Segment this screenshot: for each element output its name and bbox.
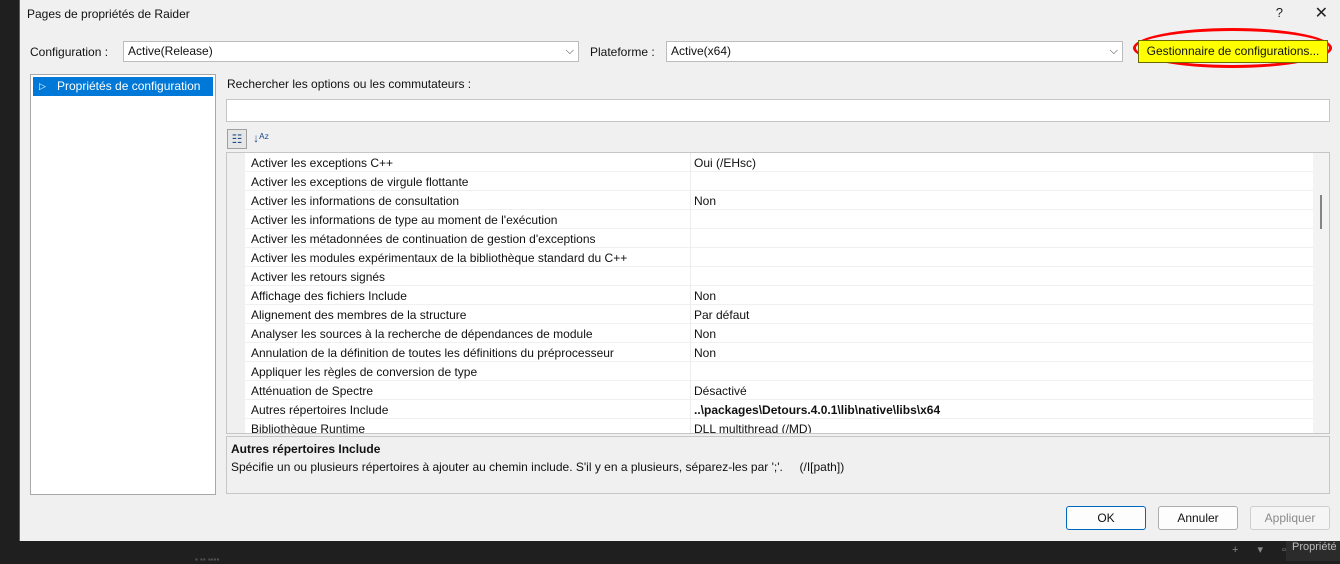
- column-divider: [690, 305, 691, 324]
- chevron-down-icon: ⌵: [565, 45, 574, 57]
- column-divider: [690, 248, 691, 267]
- property-row[interactable]: Activer les modules expérimentaux de la …: [245, 248, 1313, 267]
- column-divider: [690, 172, 691, 191]
- vertical-scrollbar[interactable]: [1313, 153, 1329, 433]
- platform-label: Plateforme :: [590, 45, 655, 59]
- property-value[interactable]: Non: [694, 327, 716, 341]
- property-row[interactable]: Activer les retours signés: [245, 267, 1313, 286]
- column-divider: [690, 210, 691, 229]
- property-value[interactable]: Non: [694, 346, 716, 360]
- column-divider: [690, 191, 691, 210]
- property-name: Activer les informations de type au mome…: [251, 213, 558, 227]
- configuration-manager-button[interactable]: Gestionnaire de configurations...: [1138, 40, 1328, 63]
- property-row[interactable]: Annulation de la définition de toutes le…: [245, 343, 1313, 362]
- categorized-view-icon[interactable]: ☷: [227, 129, 247, 149]
- property-value[interactable]: Oui (/EHsc): [694, 156, 756, 170]
- cancel-button[interactable]: Annuler: [1158, 506, 1238, 530]
- help-icon[interactable]: ?: [1276, 5, 1283, 20]
- property-row[interactable]: Bibliothèque Runtime DLL multithread (/M…: [245, 419, 1313, 434]
- description-text: Spécifie un ou plusieurs répertoires à a…: [231, 460, 845, 474]
- column-divider: [690, 362, 691, 381]
- chevron-down-icon: ⌵: [1109, 45, 1118, 57]
- property-row[interactable]: Activer les exceptions C++ Oui (/EHsc): [245, 153, 1313, 172]
- apply-button[interactable]: Appliquer: [1250, 506, 1330, 530]
- property-name: Alignement des membres de la structure: [251, 308, 467, 322]
- expand-triangle-icon[interactable]: ▷: [39, 77, 46, 96]
- property-row[interactable]: Analyser les sources à la recherche de d…: [245, 324, 1313, 343]
- property-name: Activer les modules expérimentaux de la …: [251, 251, 628, 265]
- property-name: Bibliothèque Runtime: [251, 422, 366, 434]
- property-value[interactable]: Non: [694, 289, 716, 303]
- tree-item-label: Propriétés de configuration: [57, 79, 201, 93]
- property-name: Appliquer les règles de conversion de ty…: [251, 365, 478, 379]
- property-value[interactable]: DLL multithread (/MD): [694, 422, 812, 433]
- description-panel: Autres répertoires Include Spécifie un o…: [226, 436, 1330, 494]
- property-row[interactable]: Alignement des membres de la structure P…: [245, 305, 1313, 324]
- configuration-label: Configuration :: [30, 45, 109, 59]
- property-name: Atténuation de Spectre: [251, 384, 374, 398]
- configuration-select[interactable]: Active(Release) ⌵: [123, 41, 579, 62]
- property-value[interactable]: ..\packages\Detours.4.0.1\lib\native\lib…: [694, 403, 940, 417]
- property-row[interactable]: Activer les informations de consultation…: [245, 191, 1313, 210]
- property-value[interactable]: Désactivé: [694, 384, 747, 398]
- search-input[interactable]: [226, 99, 1330, 122]
- property-tree: ▷ Propriétés de configuration: [30, 74, 216, 495]
- column-divider: [690, 229, 691, 248]
- property-grid: Activer les exceptions C++ Oui (/EHsc) A…: [226, 152, 1330, 434]
- description-title: Autres répertoires Include: [231, 442, 381, 456]
- property-name: Activer les informations de consultation: [251, 194, 460, 208]
- column-divider: [690, 400, 691, 419]
- property-name: Activer les exceptions C++: [251, 156, 394, 170]
- property-row-selected[interactable]: Autres répertoires Include ..\packages\D…: [245, 400, 1313, 419]
- property-name: Autres répertoires Include: [251, 403, 389, 417]
- property-name: Activer les métadonnées de continuation …: [251, 232, 596, 246]
- column-divider: [690, 343, 691, 362]
- property-row[interactable]: Activer les métadonnées de continuation …: [245, 229, 1313, 248]
- platform-select-value: Active(x64): [671, 44, 732, 58]
- column-divider: [690, 286, 691, 305]
- column-divider: [690, 419, 691, 433]
- ok-button[interactable]: OK: [1066, 506, 1146, 530]
- property-name: Activer les retours signés: [251, 270, 386, 284]
- property-pages-dialog: Pages de propriétés de Raider ? ✕ Config…: [19, 0, 1340, 541]
- platform-select[interactable]: Active(x64) ⌵: [666, 41, 1123, 62]
- close-icon[interactable]: ✕: [1315, 3, 1328, 23]
- column-divider: [690, 267, 691, 286]
- search-label: Rechercher les options ou les commutateu…: [227, 77, 472, 91]
- property-row[interactable]: Atténuation de Spectre Désactivé: [245, 381, 1313, 400]
- property-row[interactable]: Activer les informations de type au mome…: [245, 210, 1313, 229]
- title-bar: Pages de propriétés de Raider ? ✕: [20, 0, 1340, 28]
- property-value[interactable]: Par défaut: [694, 308, 749, 322]
- scrollbar-thumb[interactable]: [1320, 195, 1322, 229]
- property-name: Affichage des fichiers Include: [251, 289, 407, 303]
- background-partial-tab: ▪ ▪▪ ▪▪▪▪: [195, 555, 220, 564]
- property-name: Activer les exceptions de virgule flotta…: [251, 175, 469, 189]
- background-icons: + ▾ ▫: [1232, 544, 1294, 556]
- configuration-select-value: Active(Release): [128, 44, 213, 58]
- column-divider: [690, 324, 691, 343]
- column-divider: [690, 153, 691, 172]
- property-name: Annulation de la définition de toutes le…: [251, 346, 614, 360]
- property-name: Analyser les sources à la recherche de d…: [251, 327, 593, 341]
- property-row[interactable]: Appliquer les règles de conversion de ty…: [245, 362, 1313, 381]
- tree-item-configuration-properties[interactable]: ▷ Propriétés de configuration: [33, 77, 213, 96]
- sort-alphabetical-icon[interactable]: ↓ᴬᶻ: [251, 129, 271, 149]
- property-value[interactable]: Non: [694, 194, 716, 208]
- background-properties-label: Propriété: [1286, 538, 1340, 561]
- property-row[interactable]: Affichage des fichiers Include Non: [245, 286, 1313, 305]
- column-divider: [690, 381, 691, 400]
- grid-gutter: [227, 153, 245, 433]
- window-title: Pages de propriétés de Raider: [27, 7, 190, 21]
- property-row[interactable]: Activer les exceptions de virgule flotta…: [245, 172, 1313, 191]
